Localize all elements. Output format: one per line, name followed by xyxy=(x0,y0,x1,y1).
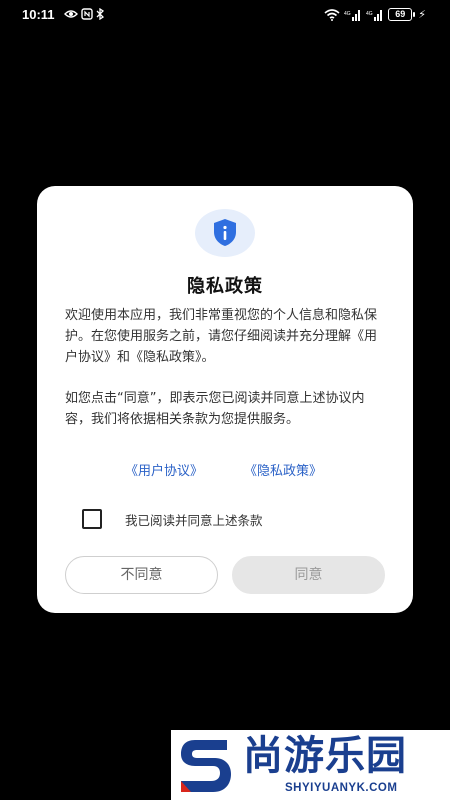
dialog-body: 欢迎使用本应用，我们非常重视您的个人信息和隐私保护。在您使用服务之前，请您仔细阅… xyxy=(65,305,387,450)
agree-checkbox-label[interactable]: 我已阅读并同意上述条款 xyxy=(125,510,263,529)
site-logo-icon xyxy=(181,740,231,792)
dialog-paragraph: 如您点击“同意”，即表示您已阅读并同意上述协议内容，我们将依据相关条款为您提供服… xyxy=(65,391,365,427)
signal-icon: 4G xyxy=(344,9,361,21)
charging-icon: ⚡ xyxy=(418,8,426,21)
user-agreement-link[interactable]: 《用户协议》 xyxy=(125,460,203,479)
status-left-icons xyxy=(64,8,105,20)
eye-icon xyxy=(64,10,78,18)
watermark-url: SHYIYUANYK.COM xyxy=(285,782,398,794)
agree-button[interactable]: 同意 xyxy=(232,556,385,594)
signal-icon: 4G xyxy=(366,9,383,21)
status-bar: 10:11 4G 4G 69 ⚡ xyxy=(0,0,450,30)
status-right-icons: 4G 4G 69 ⚡ xyxy=(324,8,426,21)
wifi-icon xyxy=(324,8,340,21)
svg-text:4G: 4G xyxy=(344,11,351,17)
watermark-name: 尚游乐园 xyxy=(243,733,407,779)
nfc-icon xyxy=(81,8,93,20)
privacy-dialog: 隐私政策 欢迎使用本应用，我们非常重视您的个人信息和隐私保护。在您使用服务之前，… xyxy=(37,186,413,613)
shield-info-icon xyxy=(195,209,255,257)
dialog-paragraph: 欢迎使用本应用，我们非常重视您的个人信息和隐私保护。在您使用服务之前，请您仔细阅… xyxy=(65,308,378,365)
svg-text:4G: 4G xyxy=(366,11,373,17)
dialog-title: 隐私政策 xyxy=(187,276,263,297)
policy-links: 《用户协议》 《隐私政策》 xyxy=(37,460,413,480)
battery-icon: 69 xyxy=(388,8,416,21)
agree-terms-row[interactable]: 我已阅读并同意上述条款 xyxy=(82,508,263,530)
watermark-logo: 尚游乐园 SHYIYUANYK.COM xyxy=(171,730,450,800)
privacy-policy-link[interactable]: 《隐私政策》 xyxy=(244,460,322,479)
disagree-button[interactable]: 不同意 xyxy=(65,556,218,594)
agree-checkbox[interactable] xyxy=(82,509,102,529)
status-time: 10:11 xyxy=(22,7,55,22)
bluetooth-icon xyxy=(96,8,105,20)
